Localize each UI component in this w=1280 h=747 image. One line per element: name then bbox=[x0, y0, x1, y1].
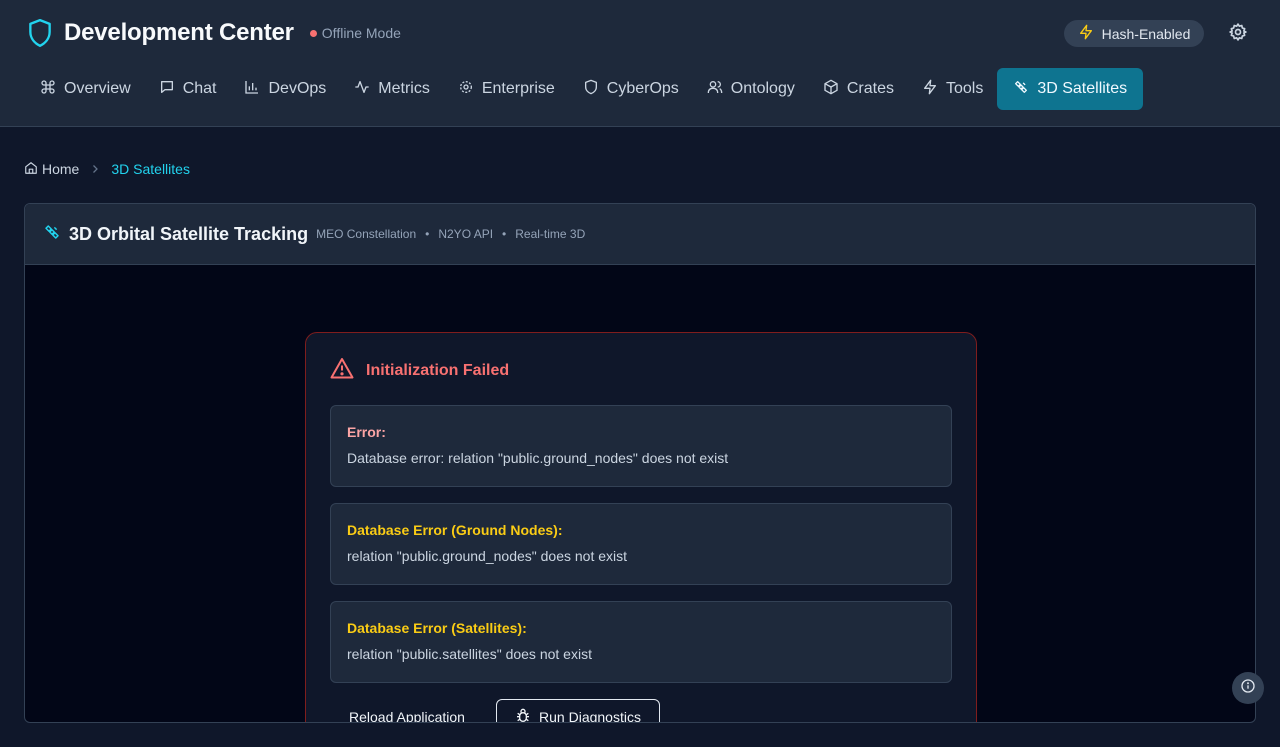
shield-logo-icon bbox=[26, 18, 54, 48]
nav-item-label: Chat bbox=[182, 80, 217, 97]
info-icon bbox=[1240, 678, 1256, 699]
nav-item-cyberops[interactable]: CyberOps bbox=[569, 68, 693, 110]
gear-icon bbox=[458, 79, 474, 100]
nav-item-label: Crates bbox=[846, 80, 894, 97]
nav-item-crates[interactable]: Crates bbox=[809, 68, 908, 110]
breadcrumb-home-label: Home bbox=[42, 161, 80, 177]
error-box-general: Error: Database error: relation "public.… bbox=[330, 405, 952, 487]
error-label: Database Error (Ground Nodes): bbox=[347, 522, 563, 538]
panel-header: 3D Orbital Satellite Tracking MEO Conste… bbox=[25, 204, 1255, 265]
info-button[interactable] bbox=[1232, 672, 1264, 704]
breadcrumb: Home 3D Satellites bbox=[24, 160, 190, 178]
nav-item-devops[interactable]: DevOps bbox=[230, 68, 340, 110]
breadcrumb-current: 3D Satellites bbox=[111, 161, 190, 177]
error-title-row: Initialization Failed bbox=[330, 357, 509, 384]
chat-icon bbox=[159, 79, 175, 100]
panel-title: 3D Orbital Satellite Tracking bbox=[69, 223, 309, 244]
nav-item-ontology[interactable]: Ontology bbox=[693, 68, 809, 110]
meta-mode: Real-time 3D bbox=[515, 227, 586, 241]
meta-api: N2YO API bbox=[438, 227, 494, 241]
nav-item-tools[interactable]: Tools bbox=[908, 68, 997, 110]
nav-item-label: CyberOps bbox=[606, 80, 679, 97]
satellite-icon bbox=[1013, 79, 1029, 100]
nav-item-label: DevOps bbox=[268, 80, 327, 97]
meta-separator: • bbox=[502, 227, 507, 241]
command-icon bbox=[40, 79, 56, 100]
run-diagnostics-label: Run Diagnostics bbox=[539, 709, 641, 723]
brand: Development Center Offline Mode bbox=[26, 18, 401, 48]
error-message: Database error: relation "public.ground_… bbox=[347, 450, 729, 466]
bolt-icon bbox=[922, 79, 938, 100]
meta-constellation: MEO Constellation bbox=[316, 227, 417, 241]
nav-item-label: Metrics bbox=[378, 80, 430, 97]
breadcrumb-home[interactable]: Home bbox=[24, 161, 79, 178]
run-diagnostics-button[interactable]: Run Diagnostics bbox=[496, 699, 660, 723]
nav-item-3d-satellites[interactable]: 3D Satellites bbox=[997, 68, 1144, 110]
box-icon bbox=[823, 79, 839, 100]
nav-item-chat[interactable]: Chat bbox=[145, 68, 231, 110]
reload-application-button[interactable]: Reload Application bbox=[330, 699, 484, 722]
panel-meta: MEO Constellation • N2YO API • Real-time… bbox=[316, 227, 585, 241]
nav-item-label: Enterprise bbox=[481, 80, 555, 97]
meta-separator: • bbox=[425, 227, 430, 241]
bolt-icon bbox=[1078, 24, 1094, 43]
hash-enabled-badge[interactable]: Hash-Enabled bbox=[1064, 20, 1204, 47]
gear-icon bbox=[1228, 22, 1248, 47]
home-icon bbox=[24, 161, 38, 178]
error-box-satellites: Database Error (Satellites): relation "p… bbox=[330, 601, 952, 683]
nav-item-label: 3D Satellites bbox=[1037, 80, 1128, 97]
nav-item-overview[interactable]: Overview bbox=[26, 68, 145, 110]
status-dot bbox=[309, 29, 317, 37]
error-message: relation "public.ground_nodes" does not … bbox=[347, 548, 628, 564]
nav-item-metrics[interactable]: Metrics bbox=[340, 68, 444, 110]
nav-item-enterprise[interactable]: Enterprise bbox=[444, 68, 569, 110]
satellite-panel: 3D Orbital Satellite Tracking MEO Conste… bbox=[24, 203, 1256, 723]
settings-button[interactable] bbox=[1226, 22, 1250, 46]
error-label: Error: bbox=[347, 424, 386, 440]
nav-item-label: Tools bbox=[945, 80, 984, 97]
bar-chart-icon bbox=[244, 79, 260, 100]
nav-item-label: Overview bbox=[64, 80, 131, 97]
hash-badge-label: Hash-Enabled bbox=[1101, 25, 1191, 42]
warning-triangle-icon bbox=[330, 357, 354, 384]
satellite-icon bbox=[43, 223, 61, 246]
app-title: Development Center bbox=[64, 19, 294, 46]
shield-icon bbox=[583, 79, 599, 100]
error-actions: Reload Application Run Diagnostics bbox=[330, 699, 660, 723]
error-message: relation "public.satellites" does not ex… bbox=[347, 646, 592, 662]
users-icon bbox=[707, 79, 723, 100]
error-title: Initialization Failed bbox=[366, 361, 510, 379]
nav-item-label: Ontology bbox=[730, 80, 795, 97]
error-card: Initialization Failed Error: Database er… bbox=[305, 332, 977, 723]
error-label: Database Error (Satellites): bbox=[347, 620, 527, 636]
bug-icon bbox=[515, 708, 531, 723]
connection-status: Offline Mode bbox=[309, 25, 401, 41]
app-header: Development Center Offline Mode Hash-Ena… bbox=[0, 0, 1280, 127]
status-text: Offline Mode bbox=[321, 25, 401, 41]
error-box-ground-nodes: Database Error (Ground Nodes): relation … bbox=[330, 503, 952, 585]
main-nav: Overview Chat DevOps Metrics Enterprise … bbox=[26, 68, 1144, 110]
activity-icon bbox=[354, 79, 370, 100]
chevron-right-icon bbox=[89, 163, 101, 175]
